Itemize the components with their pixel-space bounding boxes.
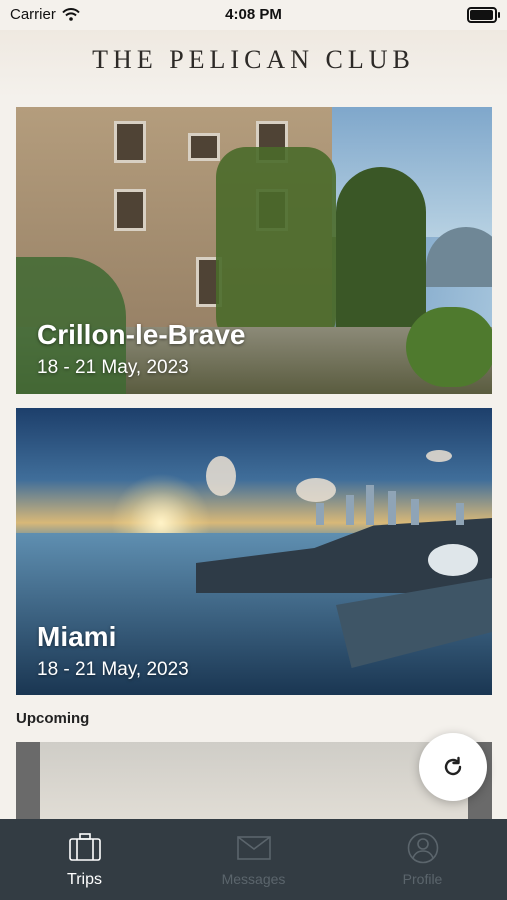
- card-photo-building: [456, 503, 464, 525]
- card-photo-building: [366, 485, 374, 525]
- card-photo-ivy: [216, 147, 336, 347]
- trip-name: Miami: [37, 621, 117, 652]
- tab-messages[interactable]: Messages: [169, 819, 338, 900]
- refresh-icon: [444, 756, 462, 776]
- tab-label: Trips: [67, 871, 102, 888]
- card-photo-window: [114, 189, 146, 231]
- card-photo-window: [114, 121, 146, 163]
- card-photo-building: [346, 495, 354, 525]
- card-photo-cloud: [206, 456, 236, 496]
- card-photo-building: [316, 503, 324, 525]
- refresh-button[interactable]: [419, 733, 487, 801]
- tab-profile[interactable]: Profile: [338, 819, 507, 900]
- app-header: THE PELICAN CLUB: [0, 30, 507, 98]
- battery-fill: [470, 10, 494, 20]
- trip-card-label: Crillon-le-Brave 18 - 21 May, 2023: [37, 319, 246, 379]
- tab-label: Messages: [221, 871, 286, 887]
- battery-icon: [467, 7, 500, 23]
- card-photo-arena: [428, 544, 478, 576]
- trip-card-crillon[interactable]: Crillon-le-Brave 18 - 21 May, 2023: [16, 107, 492, 394]
- tab-trips[interactable]: Trips: [0, 819, 169, 900]
- card-photo-building: [388, 491, 396, 525]
- card-photo-building: [411, 499, 419, 525]
- tab-label: Profile: [402, 871, 443, 887]
- person-icon: [407, 832, 438, 864]
- trip-card-label: Miami 18 - 21 May, 2023: [37, 621, 189, 681]
- trip-card-miami[interactable]: Miami 18 - 21 May, 2023: [16, 408, 492, 695]
- card-photo-cloud: [426, 450, 452, 462]
- status-time: 4:08 PM: [225, 6, 282, 23]
- trip-dates: 18 - 21 May, 2023: [37, 659, 189, 680]
- trip-dates: 18 - 21 May, 2023: [37, 357, 189, 378]
- envelope-icon: [236, 836, 271, 860]
- section-heading-upcoming: Upcoming: [16, 710, 90, 727]
- page-title: THE PELICAN CLUB: [92, 45, 415, 74]
- card-photo-cloud: [296, 478, 336, 502]
- card-photo-edge: [16, 742, 40, 819]
- card-photo-shrub: [406, 307, 492, 387]
- trip-name: Crillon-le-Brave: [37, 319, 246, 350]
- suitcase-icon: [68, 833, 101, 861]
- card-photo-window: [188, 133, 220, 161]
- status-bar: Carrier 4:08 PM: [0, 0, 507, 30]
- tab-bar: Trips Messages Profile: [0, 819, 507, 900]
